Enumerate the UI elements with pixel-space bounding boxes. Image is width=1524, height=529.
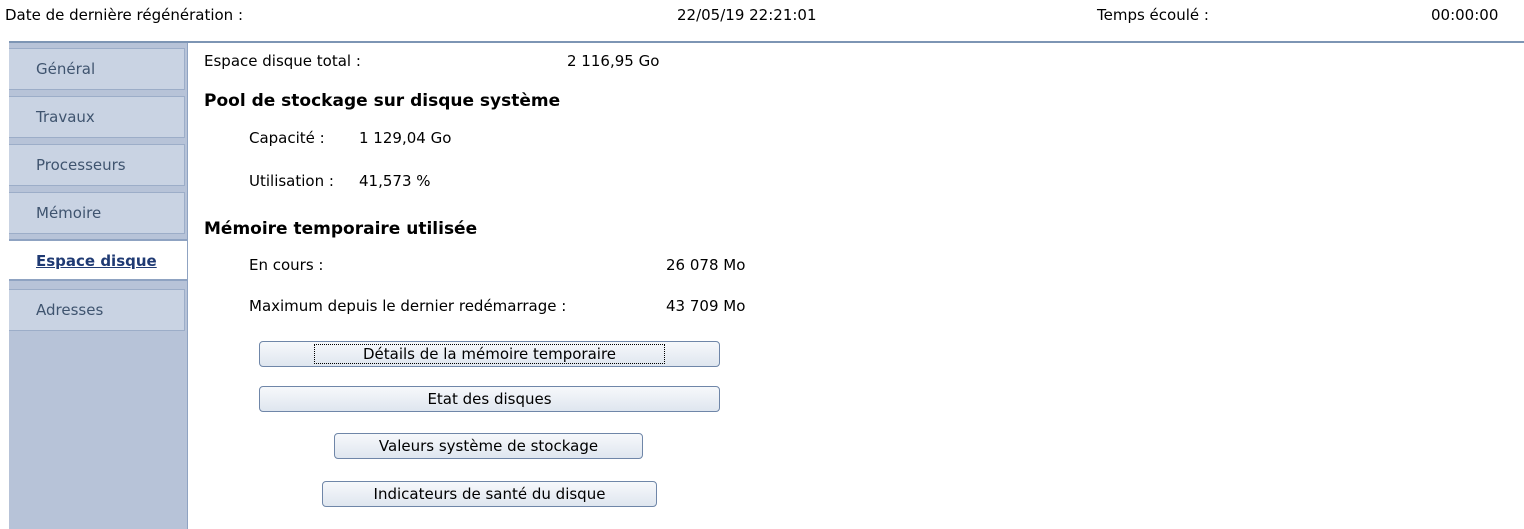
capacity-label: Capacité : <box>249 129 325 147</box>
tab-jobs[interactable]: Travaux <box>9 96 185 138</box>
current-temp-label: En cours : <box>249 256 324 274</box>
elapsed-time-value: 00:00:00 <box>1431 6 1499 24</box>
storage-system-values-button[interactable]: Valeurs système de stockage <box>334 433 643 459</box>
total-space-label: Espace disque total : <box>204 52 361 70</box>
total-space-value: 2 116,95 Go <box>567 52 660 70</box>
tab-memory[interactable]: Mémoire <box>9 192 185 234</box>
pool-section-title: Pool de stockage sur disque système <box>204 91 561 111</box>
max-temp-label: Maximum depuis le dernier redémarrage : <box>249 297 567 315</box>
max-temp-value: 43 709 Mo <box>666 297 746 315</box>
tab-addresses[interactable]: Adresses <box>9 289 185 331</box>
temp-section-title: Mémoire temporaire utilisée <box>204 219 478 239</box>
header-bar: Date de dernière régénération : 22/05/19… <box>0 0 1524 34</box>
current-temp-value: 26 078 Mo <box>666 256 746 274</box>
disk-status-button[interactable]: Etat des disques <box>259 386 720 412</box>
elapsed-time-label: Temps écoulé : <box>1097 6 1209 24</box>
temp-memory-details-label: Détails de la mémoire temporaire <box>313 344 666 364</box>
temp-memory-details-button[interactable]: Détails de la mémoire temporaire <box>259 341 720 367</box>
disk-health-indicators-button[interactable]: Indicateurs de santé du disque <box>322 481 657 507</box>
tab-general[interactable]: Général <box>9 48 185 90</box>
last-refresh-value: 22/05/19 22:21:01 <box>677 6 817 24</box>
header-divider <box>9 41 1524 43</box>
usage-value: 41,573 % <box>359 172 431 190</box>
capacity-value: 1 129,04 Go <box>359 129 452 147</box>
sidebar: Général Travaux Processeurs Mémoire Espa… <box>9 43 188 529</box>
tab-disk-space[interactable]: Espace disque <box>9 239 187 281</box>
tab-processors[interactable]: Processeurs <box>9 144 185 186</box>
last-refresh-label: Date de dernière régénération : <box>5 6 243 24</box>
usage-label: Utilisation : <box>249 172 334 190</box>
